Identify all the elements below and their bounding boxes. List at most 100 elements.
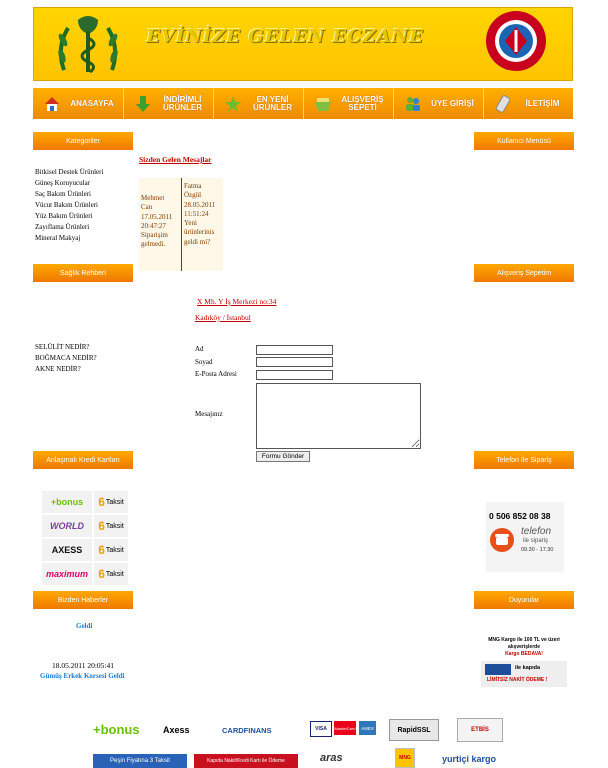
installment-label: Taksit: [105, 498, 124, 506]
surname-input[interactable]: [256, 357, 333, 367]
phone-icon: [495, 94, 511, 113]
footer-rapidssl-badge[interactable]: RapidSSL: [389, 719, 439, 741]
mng-line: Kargo BEDAVA!: [505, 651, 543, 657]
nav-label: İLETİŞİM: [525, 98, 560, 108]
email-label: E-Posta Adresi: [195, 370, 237, 378]
category-link[interactable]: Vücut Bakım Ürünleri: [35, 200, 103, 211]
category-link[interactable]: Mineral Makyaj: [35, 233, 103, 244]
footer-cardfinans-logo: CARDFINANS: [222, 726, 272, 735]
category-link[interactable]: Saç Bakım Ürünleri: [35, 189, 103, 200]
installment-count: 6: [98, 519, 105, 533]
basket-icon: [315, 97, 331, 111]
footer-visa-logo: VISA: [310, 721, 332, 737]
footer-cash-on-delivery-banner: Kapıda Nakit/Kredi Kartı ile Ödeme: [194, 754, 298, 768]
installment-badge: 6 Taksit: [94, 515, 128, 537]
footer-bonus-logo: +bonus: [93, 722, 140, 737]
news-headline-link[interactable]: Gümüş Erkek Korsesi Geldi: [40, 672, 125, 680]
installment-label: Taksit: [105, 546, 124, 554]
message-date: 28.05.2011 11:51:24: [184, 200, 216, 218]
category-link[interactable]: Zayıflama Ürünleri: [35, 222, 103, 233]
installment-count: 6: [98, 567, 105, 581]
yurtici-logo: [485, 664, 511, 675]
nav-home[interactable]: ANASAYFA: [33, 88, 124, 119]
nav-label: EN YENİ ÜRÜNLER: [252, 94, 293, 112]
news-partial-text[interactable]: Geldi: [76, 622, 92, 630]
health-guide-link[interactable]: BOĞMACA NEDİR?: [35, 353, 97, 364]
announcements-header: Duyurular: [474, 591, 574, 609]
footer-mastercard-logo: MasterCard: [334, 721, 356, 735]
phone-hours: 09.30 - 17.30: [521, 547, 554, 553]
credit-cards-header: Anlaşmalı Kredi Kartları: [33, 451, 133, 469]
messages-title[interactable]: Sizden Gelen Mesajlar: [139, 155, 212, 164]
installment-label: Taksit: [105, 570, 124, 578]
nav-contact[interactable]: İLETİŞİM: [484, 88, 573, 119]
category-link[interactable]: Güneş Koruyucular: [35, 178, 103, 189]
health-guide-list: SELÜLİT NEDİR? BOĞMACA NEDİR? AKNE NEDİR…: [35, 342, 97, 375]
nav-newest-products[interactable]: EN YENİ ÜRÜNLER: [214, 88, 304, 119]
installment-badge: 6 Taksit: [94, 539, 128, 561]
surname-label: Soyad: [195, 358, 213, 366]
world-card-logo: WORLD: [42, 515, 92, 537]
mng-line: alışverişlerde: [508, 644, 540, 650]
nav-shopping-cart[interactable]: ALIŞVERİŞ SEPETİ: [304, 88, 394, 119]
message-author: Mehmet Can: [141, 194, 165, 212]
health-guide-header: Sağlık Rehberi: [33, 264, 133, 282]
nav-member-login[interactable]: ÜYE GİRİŞİ: [394, 88, 484, 119]
categories-header: Kategoriler: [33, 132, 133, 150]
phone-order-header: Telefon İle Sipariş: [474, 451, 574, 469]
message-date: 17.05.2011 20:47:27: [141, 212, 173, 230]
footer-axess-logo: Axess: [163, 725, 190, 735]
telephone-icon: [490, 528, 514, 552]
installment-count: 6: [98, 543, 105, 557]
footer-aras-logo: aras: [320, 752, 343, 764]
name-label: Ad: [195, 345, 204, 353]
site-title: EVİNİZE GELEN ECZANE: [146, 26, 424, 47]
star-icon: [225, 95, 241, 112]
house-icon: [45, 96, 59, 111]
installment-label: Taksit: [105, 522, 124, 530]
message-label: Mesajınız: [195, 410, 223, 418]
mng-cargo-announcement: MNG Kargo ile 100 TL ve üzeri alışverişl…: [480, 637, 568, 658]
user-menu-header: Kullanıcı Menüsü: [474, 132, 574, 150]
footer-yurtici-logo: yurtiçi kargo: [442, 754, 497, 764]
card-row-world: WORLD 6 Taksit: [42, 515, 128, 537]
footer-etbis-badge[interactable]: ETBİS: [457, 718, 503, 742]
main-nav: ANASAYFA İNDİRİMLİ ÜRÜNLER EN YENİ ÜRÜNL…: [33, 88, 573, 119]
name-input[interactable]: [256, 345, 333, 355]
nav-label: ANASAYFA: [70, 98, 114, 108]
card-row-bonus: +bonus 6 Taksit: [42, 491, 128, 513]
category-link[interactable]: Yüz Bakım Ürünleri: [35, 211, 103, 222]
phone-number: 0 506 852 08 38: [489, 511, 551, 521]
maximum-card-logo: maximum: [42, 563, 92, 585]
news-date: 18.05.2011 20:05:41: [52, 661, 115, 670]
nav-discounted-products[interactable]: İNDİRİMLİ ÜRÜNLER: [124, 88, 214, 119]
phone-subtitle: ile sipariş: [523, 538, 549, 544]
yurtici-text: LİMİTSİZ NAKİT ÖDEME !: [487, 677, 548, 683]
mng-line: MNG Kargo ile 100 TL ve üzeri: [488, 637, 560, 643]
nav-label: ALIŞVERİŞ SEPETİ: [341, 94, 384, 112]
installment-count: 6: [98, 495, 105, 509]
axess-card-logo: AXESS: [42, 539, 92, 561]
yurtici-text: ile kapıda: [515, 665, 541, 671]
address-city: Kadıköy / İstanbul: [195, 313, 251, 322]
phone-brand: telefon: [521, 526, 552, 537]
email-input[interactable]: [256, 370, 333, 380]
message-card: Fatma Özgül 28.05.2011 11:51:24 Yeni ürü…: [182, 178, 223, 271]
health-guide-link[interactable]: AKNE NEDİR?: [35, 364, 97, 375]
category-link[interactable]: Bitkisel Destek Ürünleri: [35, 167, 103, 178]
message-text: Yeni ürünlerinis geldi mi?: [184, 219, 215, 246]
installment-badge: 6 Taksit: [94, 563, 128, 585]
yurtici-cargo-banner: ile kapıda LİMİTSİZ NAKİT ÖDEME !: [481, 661, 567, 687]
installment-badge: 6 Taksit: [94, 491, 128, 513]
footer-mng-logo: MNG: [395, 748, 415, 768]
message-text: Siparişim gelmedi.: [141, 231, 168, 249]
card-row-axess: AXESS 6 Taksit: [42, 539, 128, 561]
card-row-maximum: maximum 6 Taksit: [42, 563, 128, 585]
footer-amex-logo: AMEX: [359, 721, 376, 735]
message-author: Fatma Özgül: [184, 182, 202, 200]
message-card: Mehmet Can 17.05.2011 20:47:27 Siparişim…: [139, 178, 181, 271]
message-textarea[interactable]: [256, 383, 421, 449]
submit-form-button[interactable]: Formu Gönder: [256, 451, 310, 462]
health-guide-link[interactable]: SELÜLİT NEDİR?: [35, 342, 97, 353]
footer-installment-banner: Peşin Fiyatına 3 Taksit: [93, 754, 187, 768]
